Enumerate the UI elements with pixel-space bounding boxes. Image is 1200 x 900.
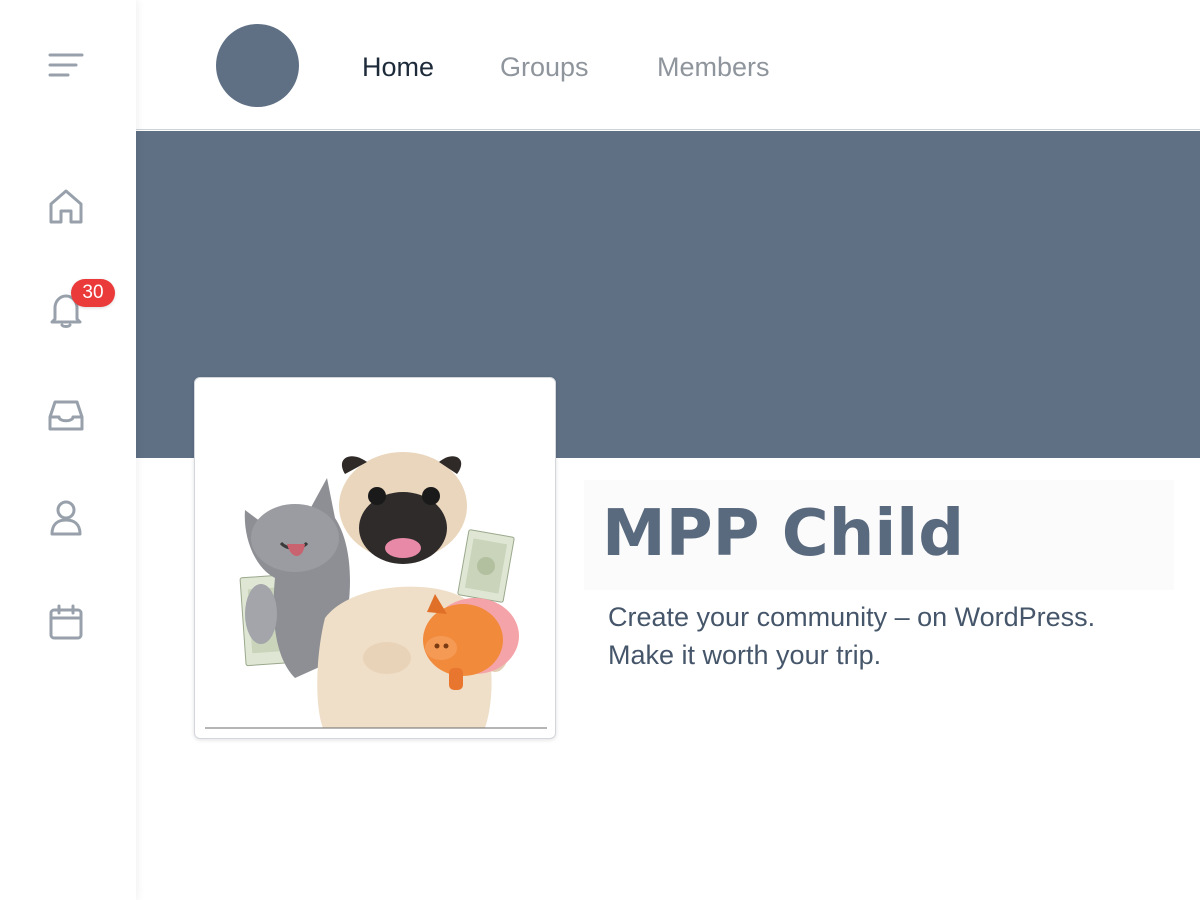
nav-link-groups[interactable]: Groups <box>500 50 589 84</box>
left-sidebar: 30 <box>0 0 136 900</box>
money-right-illustration <box>457 529 515 603</box>
notification-count-badge: 30 <box>71 279 115 307</box>
sidebar-item-home[interactable] <box>40 181 92 233</box>
user-avatar[interactable] <box>216 24 299 107</box>
calendar-icon <box>49 604 83 640</box>
group-description-line-2: Make it worth your trip. <box>608 640 882 670</box>
user-icon <box>50 500 82 536</box>
group-description: Create your community – on WordPress. Ma… <box>608 598 1188 674</box>
top-navigation-bar: Home Groups Members <box>136 0 1200 130</box>
group-title: MPP Child <box>602 497 964 571</box>
menu-icon <box>48 53 84 77</box>
sidebar-item-calendar[interactable] <box>40 596 92 648</box>
menu-toggle-button[interactable] <box>40 40 92 92</box>
nav-link-members[interactable]: Members <box>657 50 770 84</box>
sidebar-item-inbox[interactable] <box>40 389 92 441</box>
inbox-icon <box>48 400 84 431</box>
group-description-line-1: Create your community – on WordPress. <box>608 602 1096 632</box>
group-title-box: MPP Child <box>584 480 1174 590</box>
sidebar-item-profile[interactable] <box>40 492 92 544</box>
nav-link-home[interactable]: Home <box>362 50 434 84</box>
group-avatar-image <box>194 377 556 739</box>
home-icon <box>49 189 83 224</box>
